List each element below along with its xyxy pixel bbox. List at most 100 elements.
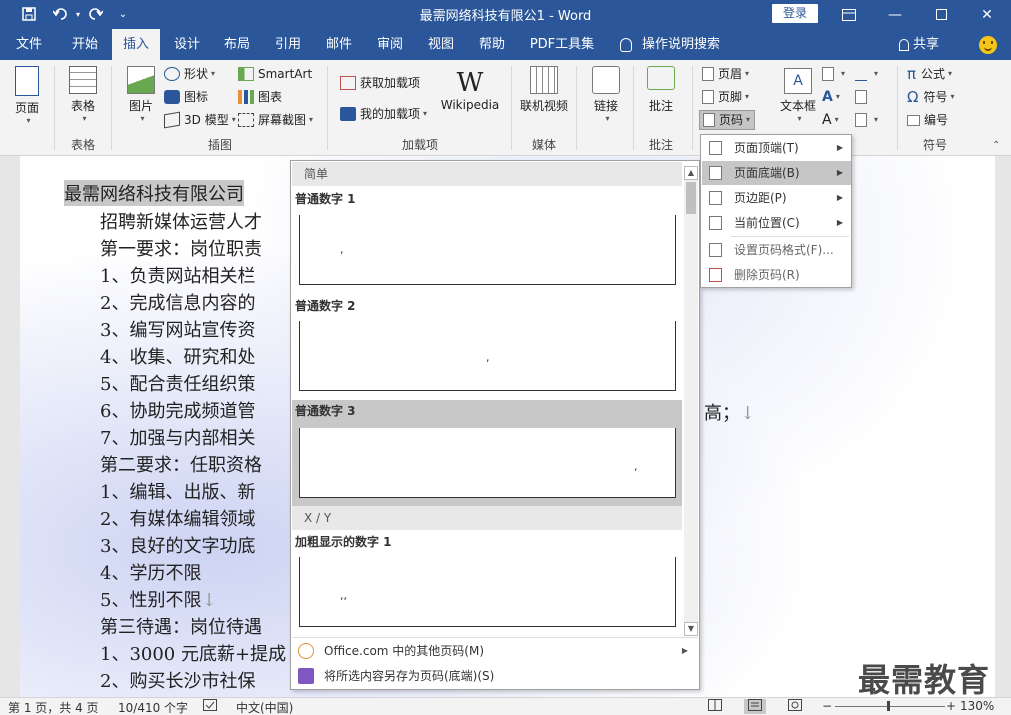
login-button[interactable]: 登录 (772, 4, 818, 23)
tab-layout[interactable]: 布局 (214, 29, 260, 60)
close-icon[interactable]: ✕ (964, 0, 1010, 29)
equation-button[interactable]: π 公式 ▾ (907, 64, 952, 84)
smartart-button[interactable]: SmartArt (238, 64, 312, 84)
chevron-down-icon: ▾ (841, 69, 846, 78)
zoom-slider[interactable] (835, 706, 945, 707)
zoom-level[interactable]: 130% (960, 699, 994, 713)
tab-file[interactable]: 文件 (6, 29, 52, 60)
pages-button[interactable]: 页面 ▾ (8, 66, 46, 125)
doc-line[interactable]: 招聘新媒体运营人才 (100, 208, 262, 234)
ribbon-display-icon[interactable] (826, 0, 872, 29)
doc-line[interactable]: 第一要求：岗位职责 (100, 235, 262, 261)
maximize-icon[interactable] (918, 0, 964, 29)
quick-parts-icon[interactable]: ▾ (822, 64, 845, 84)
symbol-button[interactable]: Ω 符号 ▾ (907, 87, 955, 107)
signature-line-icon[interactable]: ▾ (855, 64, 878, 84)
doc-line[interactable]: 1、负责网站相关栏 (100, 262, 255, 288)
3d-models-button[interactable]: 3D 模型 ▾ (164, 110, 236, 130)
watermark-logo: 最需教育 (858, 661, 991, 699)
zoom-in-icon[interactable]: + (946, 699, 956, 713)
comment-button[interactable]: 批注 (641, 66, 681, 114)
shapes-button[interactable]: 形状 ▾ (164, 64, 215, 84)
tab-help[interactable]: 帮助 (469, 29, 515, 60)
doc-line[interactable]: 2、有媒体编辑领域 (100, 505, 255, 531)
gallery-item-bold-number-1[interactable]: 加粗显示的数字 1 ,, (292, 531, 682, 633)
read-mode-icon[interactable] (708, 699, 722, 714)
tab-insert[interactable]: 插入 (112, 29, 160, 60)
scroll-up-icon[interactable]: ▲ (684, 166, 698, 180)
object-icon[interactable]: ▾ (855, 110, 878, 130)
menu-item-format-page-numbers[interactable]: 设置页码格式(F)... (702, 238, 851, 262)
gallery-item-plain-number-3[interactable]: 普通数字 3 , (292, 400, 682, 506)
word-count[interactable]: 10/410 个字 (118, 699, 188, 715)
gallery-item-plain-number-2[interactable]: 普通数字 2 , (292, 295, 682, 399)
print-layout-icon[interactable] (744, 699, 766, 714)
link-button[interactable]: 链接 ▾ (586, 66, 626, 123)
tab-review[interactable]: 审阅 (367, 29, 413, 60)
footer-button[interactable]: 页脚 ▾ (702, 87, 749, 107)
page-count[interactable]: 第 1 页，共 4 页 (8, 699, 99, 715)
share-button[interactable]: 共享 (899, 29, 939, 60)
doc-line[interactable]: 7、加强与内部相关 (100, 424, 255, 450)
numbering-button[interactable]: 编号 (907, 110, 948, 130)
wordart-icon[interactable]: A ▾ (822, 87, 840, 107)
doc-line[interactable]: 6、协助完成频道管 (100, 397, 255, 423)
menu-item-remove-page-numbers[interactable]: 删除页码(R) (702, 263, 851, 287)
doc-line[interactable]: 第二要求：任职资格 (100, 451, 262, 477)
document-title[interactable]: 最需网络科技有限公司 (64, 180, 244, 206)
wikipedia-button[interactable]: W Wikipedia (440, 68, 500, 112)
doc-line[interactable]: 2、完成信息内容的 (100, 289, 255, 315)
online-video-button[interactable]: 联机视频 (518, 66, 570, 114)
menu-item-page-margins[interactable]: 页边距(P) ▶ (702, 186, 851, 210)
doc-line[interactable]: 3、编写网站宣传资 (100, 316, 255, 342)
menu-item-current-position[interactable]: 当前位置(C) ▶ (702, 211, 851, 235)
doc-line[interactable]: 5、配合责任组织策 (100, 370, 255, 396)
tab-pdf-tools[interactable]: PDF工具集 (524, 29, 600, 60)
doc-line[interactable]: 5、性别不限↓ (100, 586, 217, 612)
doc-line[interactable]: 2、购买长沙市社保 (100, 667, 255, 693)
tab-home[interactable]: 开始 (60, 29, 110, 60)
tab-references[interactable]: 引用 (265, 29, 311, 60)
tab-design[interactable]: 设计 (164, 29, 210, 60)
my-addins-button[interactable]: 我的加载项 ▾ (340, 104, 427, 124)
save-selection-as-page-number[interactable]: 将所选内容另存为页码(底端)(S) (292, 664, 698, 688)
menu-item-top-of-page[interactable]: 页面顶端(T) ▶ (702, 136, 851, 160)
doc-line[interactable]: 1、3000 元底薪+提成 (100, 640, 286, 666)
doc-line[interactable]: 3、良好的文字功底 (100, 532, 255, 558)
chevron-down-icon: ▾ (834, 115, 839, 124)
icons-button[interactable]: 图标 (164, 87, 208, 107)
menu-item-bottom-of-page[interactable]: 页面底端(B) ▶ (702, 161, 851, 185)
doc-line[interactable]: 第三待遇：岗位待遇 (100, 613, 262, 639)
page-number-button[interactable]: 页码 ▾ (699, 110, 756, 130)
proofing-icon[interactable] (203, 699, 217, 714)
doc-line[interactable]: 1、编辑、出版、新 (100, 478, 255, 504)
scroll-thumb[interactable] (686, 182, 696, 214)
dropcap-icon[interactable]: A ▾ (822, 110, 839, 130)
minimize-icon[interactable]: — (872, 0, 918, 29)
zoom-out-icon[interactable]: − (822, 699, 832, 713)
picture-button[interactable]: 图片 ▾ (122, 66, 160, 123)
doc-line[interactable]: 4、收集、研究和处 (100, 343, 255, 369)
header-button[interactable]: 页眉 ▾ (702, 64, 749, 84)
zoom-slider-knob[interactable] (887, 701, 890, 711)
feedback-smiley-icon[interactable] (979, 36, 997, 54)
language[interactable]: 中文(中国) (236, 699, 293, 715)
doc-line[interactable]: 4、学历不限 (100, 559, 201, 585)
textbox-button[interactable]: A 文本框 ▾ (778, 68, 818, 123)
tab-mailings[interactable]: 邮件 (316, 29, 362, 60)
more-page-numbers-office[interactable]: Office.com 中的其他页码(M) ▶ (292, 639, 698, 663)
group-label-media: 媒体 (531, 138, 556, 152)
gallery-item-plain-number-1[interactable]: 普通数字 1 , (292, 188, 682, 293)
tell-me-search[interactable]: 操作说明搜索 (620, 29, 720, 60)
doc-line-tail[interactable]: 高；↓ (704, 399, 755, 425)
collapse-ribbon-icon[interactable]: ⌃ (992, 140, 1000, 151)
scroll-down-icon[interactable]: ▼ (684, 622, 698, 636)
screenshot-button[interactable]: 屏幕截图 ▾ (238, 110, 313, 130)
gallery-scrollbar[interactable]: ▲ ▼ (684, 166, 698, 636)
chart-button[interactable]: 图表 (238, 87, 282, 107)
tab-view[interactable]: 视图 (418, 29, 464, 60)
table-button[interactable]: 表格 ▾ (64, 66, 102, 123)
web-layout-icon[interactable] (788, 699, 802, 714)
get-addins-button[interactable]: 获取加载项 (340, 73, 420, 93)
date-time-icon[interactable] (855, 87, 871, 107)
